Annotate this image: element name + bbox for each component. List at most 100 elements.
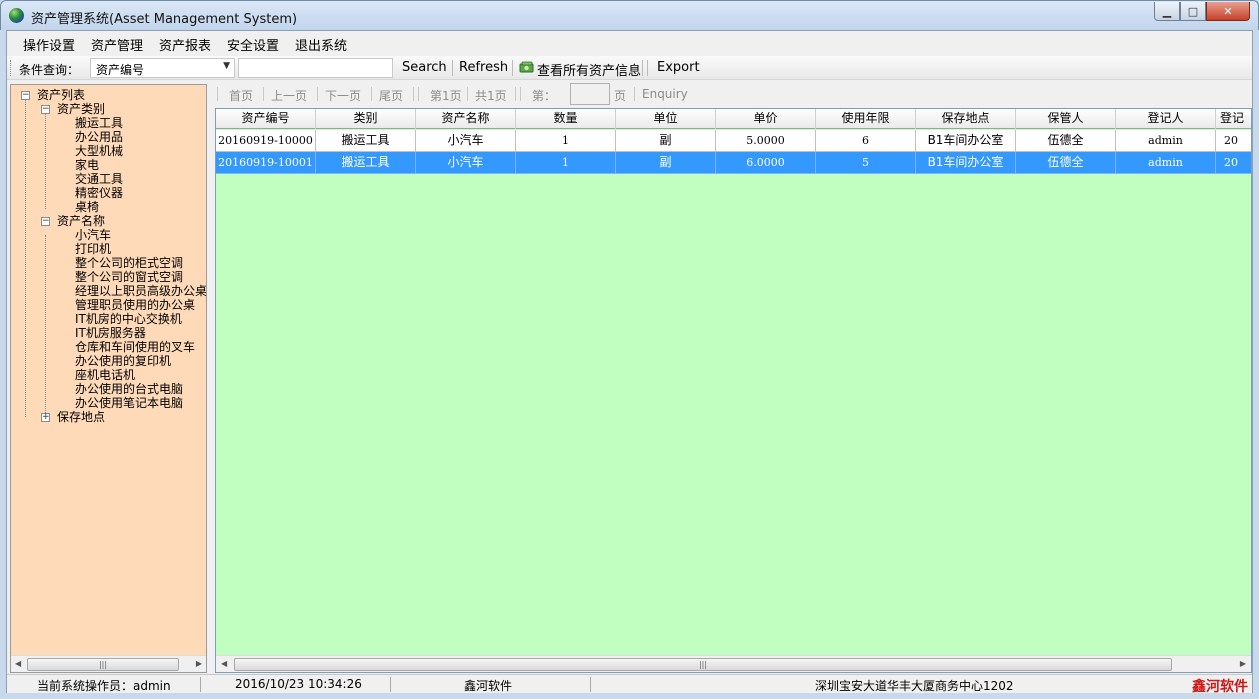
collapse-icon[interactable]: − xyxy=(21,91,30,100)
asset-data-grid: 资产编号 类别 资产名称 数量 单位 单价 使用年限 保存地点 保管人 登记人 … xyxy=(215,108,1252,673)
tree-item-name[interactable]: 座机电话机 xyxy=(75,368,135,382)
column-header[interactable]: 单位 xyxy=(616,109,716,129)
column-header[interactable]: 保存地点 xyxy=(916,109,1016,129)
query-label: 条件查询： xyxy=(19,63,80,77)
cell-unit-price: 6.0000 xyxy=(716,152,816,174)
scroll-left-icon[interactable]: ◀ xyxy=(15,659,21,668)
pager-separator xyxy=(413,87,414,101)
cell-category: 搬运工具 xyxy=(316,152,416,174)
maximize-button[interactable]: □ xyxy=(1180,2,1206,21)
toolbar-grip[interactable] xyxy=(10,60,12,76)
table-row-selected[interactable]: 20160919-10001 搬运工具 小汽车 1 副 6.0000 5 B1车… xyxy=(216,152,1251,174)
first-page-button[interactable]: 首页 xyxy=(229,87,253,104)
globe-icon xyxy=(9,8,24,23)
refresh-button[interactable]: Refresh xyxy=(459,60,508,75)
tree-item-name[interactable]: 小汽车 xyxy=(75,228,111,242)
status-company: 鑫河软件 xyxy=(464,679,513,693)
tree-node-locations[interactable]: 保存地点 xyxy=(57,410,105,424)
cell-category: 搬运工具 xyxy=(316,130,416,152)
menu-asset-management[interactable]: 资产管理 xyxy=(91,35,143,54)
tree-connector xyxy=(45,235,46,419)
column-header[interactable]: 数量 xyxy=(516,109,616,129)
tree-item-name[interactable]: 整个公司的柜式空调 xyxy=(75,256,183,270)
minimize-button[interactable]: ▁ xyxy=(1154,2,1180,21)
status-address: 深圳宝安大道华丰大厦商务中心1202 xyxy=(815,679,1014,693)
collapse-icon[interactable]: − xyxy=(41,105,50,114)
tree-item-category[interactable]: 交通工具 xyxy=(75,172,123,186)
tree-item-name[interactable]: 经理以上职员高级办公桌 xyxy=(75,284,206,298)
current-page-label: 第1页 xyxy=(430,89,462,103)
scroll-right-icon[interactable]: ▶ xyxy=(196,659,202,668)
search-input[interactable] xyxy=(238,58,393,78)
tree-node-categories[interactable]: 资产类别 xyxy=(57,102,105,116)
status-separator xyxy=(590,677,591,692)
grid-header: 资产编号 类别 资产名称 数量 单位 单价 使用年限 保存地点 保管人 登记人 … xyxy=(216,109,1251,129)
total-pages-label: 共1页 xyxy=(475,89,507,103)
tree-node-names[interactable]: 资产名称 xyxy=(57,214,105,228)
goto-page-input[interactable] xyxy=(570,83,610,105)
tree-item-name[interactable]: 整个公司的窗式空调 xyxy=(75,270,183,284)
toolbar-separator xyxy=(452,60,453,76)
prev-page-button[interactable]: 上一页 xyxy=(271,87,307,104)
last-page-button[interactable]: 尾页 xyxy=(379,87,403,104)
pager-separator xyxy=(634,87,635,101)
column-header[interactable]: 保管人 xyxy=(1016,109,1116,129)
column-header[interactable]: 单价 xyxy=(716,109,816,129)
cell-unit-price: 5.0000 xyxy=(716,130,816,152)
query-field-select[interactable]: 资产编号 ▼ xyxy=(90,58,235,78)
column-header[interactable]: 登记 xyxy=(1216,109,1251,129)
column-header[interactable]: 登记人 xyxy=(1116,109,1216,129)
tree-item-category[interactable]: 精密仪器 xyxy=(75,186,123,200)
collapse-icon[interactable]: − xyxy=(41,217,50,226)
scroll-thumb[interactable]: ||| xyxy=(27,658,179,671)
cell-quantity: 1 xyxy=(516,152,616,174)
scroll-left-icon[interactable]: ◀ xyxy=(221,659,227,668)
export-button[interactable]: Export xyxy=(657,60,700,75)
toolbar: 条件查询： 资产编号 ▼ Search Refresh 查看所有资产信息 Exp… xyxy=(7,56,1252,80)
tree-item-name[interactable]: 办公使用的复印机 xyxy=(75,354,171,368)
pager-separator xyxy=(515,87,516,101)
money-icon xyxy=(519,61,534,73)
tree-item-category[interactable]: 大型机械 xyxy=(75,144,123,158)
search-button[interactable]: Search xyxy=(402,60,447,75)
menu-exit-system[interactable]: 退出系统 xyxy=(295,35,347,54)
tree-item-name[interactable]: 办公使用笔记本电脑 xyxy=(75,396,183,410)
column-header[interactable]: 类别 xyxy=(316,109,416,129)
column-header[interactable]: 使用年限 xyxy=(816,109,916,129)
scroll-right-icon[interactable]: ▶ xyxy=(1240,659,1246,668)
tree-horizontal-scrollbar[interactable]: ◀ ||| ▶ xyxy=(11,655,206,672)
cell-register-date: 20 xyxy=(1216,152,1251,174)
status-separator xyxy=(390,677,391,692)
menu-asset-reports[interactable]: 资产报表 xyxy=(159,35,211,54)
scroll-thumb[interactable]: ||| xyxy=(234,658,1172,671)
goto-page-suffix: 页 xyxy=(614,89,627,103)
menu-operation-settings[interactable]: 操作设置 xyxy=(23,35,75,54)
asset-tree[interactable]: − 资产列表 − 资产类别 搬运工具 办公用品 大型机械 家电 交通工具 精密仪… xyxy=(11,85,206,655)
tree-root[interactable]: 资产列表 xyxy=(37,88,85,102)
next-page-button[interactable]: 下一页 xyxy=(325,87,361,104)
close-button[interactable]: ✕ xyxy=(1206,2,1250,21)
column-header[interactable]: 资产名称 xyxy=(416,109,516,129)
tree-item-category[interactable]: 桌椅 xyxy=(75,200,99,214)
menu-security-settings[interactable]: 安全设置 xyxy=(227,35,279,54)
pager-separator xyxy=(263,87,264,101)
tree-item-name[interactable]: 仓库和车间使用的叉车 xyxy=(75,340,195,354)
expand-icon[interactable]: + xyxy=(41,413,50,422)
grid-horizontal-scrollbar[interactable]: ◀ ||| ▶ xyxy=(216,655,1251,672)
cell-asset-no: 20160919-10000 xyxy=(216,130,316,152)
cell-service-years: 6 xyxy=(816,130,916,152)
column-header[interactable]: 资产编号 xyxy=(216,109,316,129)
view-all-assets-button[interactable]: 查看所有资产信息 xyxy=(537,60,641,79)
tree-item-name[interactable]: 办公使用的台式电脑 xyxy=(75,382,183,396)
cell-service-years: 5 xyxy=(816,152,916,174)
tree-item-category[interactable]: 家电 xyxy=(75,158,99,172)
tree-item-category[interactable]: 办公用品 xyxy=(75,130,123,144)
tree-item-name[interactable]: IT机房服务器 xyxy=(75,326,146,340)
enquiry-button[interactable]: Enquiry xyxy=(642,87,688,101)
tree-item-name[interactable]: 管理职员使用的办公桌 xyxy=(75,298,195,312)
tree-item-name[interactable]: 打印机 xyxy=(75,242,111,256)
tree-item-name[interactable]: IT机房的中心交换机 xyxy=(75,312,182,326)
table-row[interactable]: 20160919-10000 搬运工具 小汽车 1 副 5.0000 6 B1车… xyxy=(216,130,1251,152)
title-bar[interactable]: 资产管理系统(Asset Management System) ▁ □ ✕ xyxy=(0,0,1259,30)
tree-item-category[interactable]: 搬运工具 xyxy=(75,116,123,130)
